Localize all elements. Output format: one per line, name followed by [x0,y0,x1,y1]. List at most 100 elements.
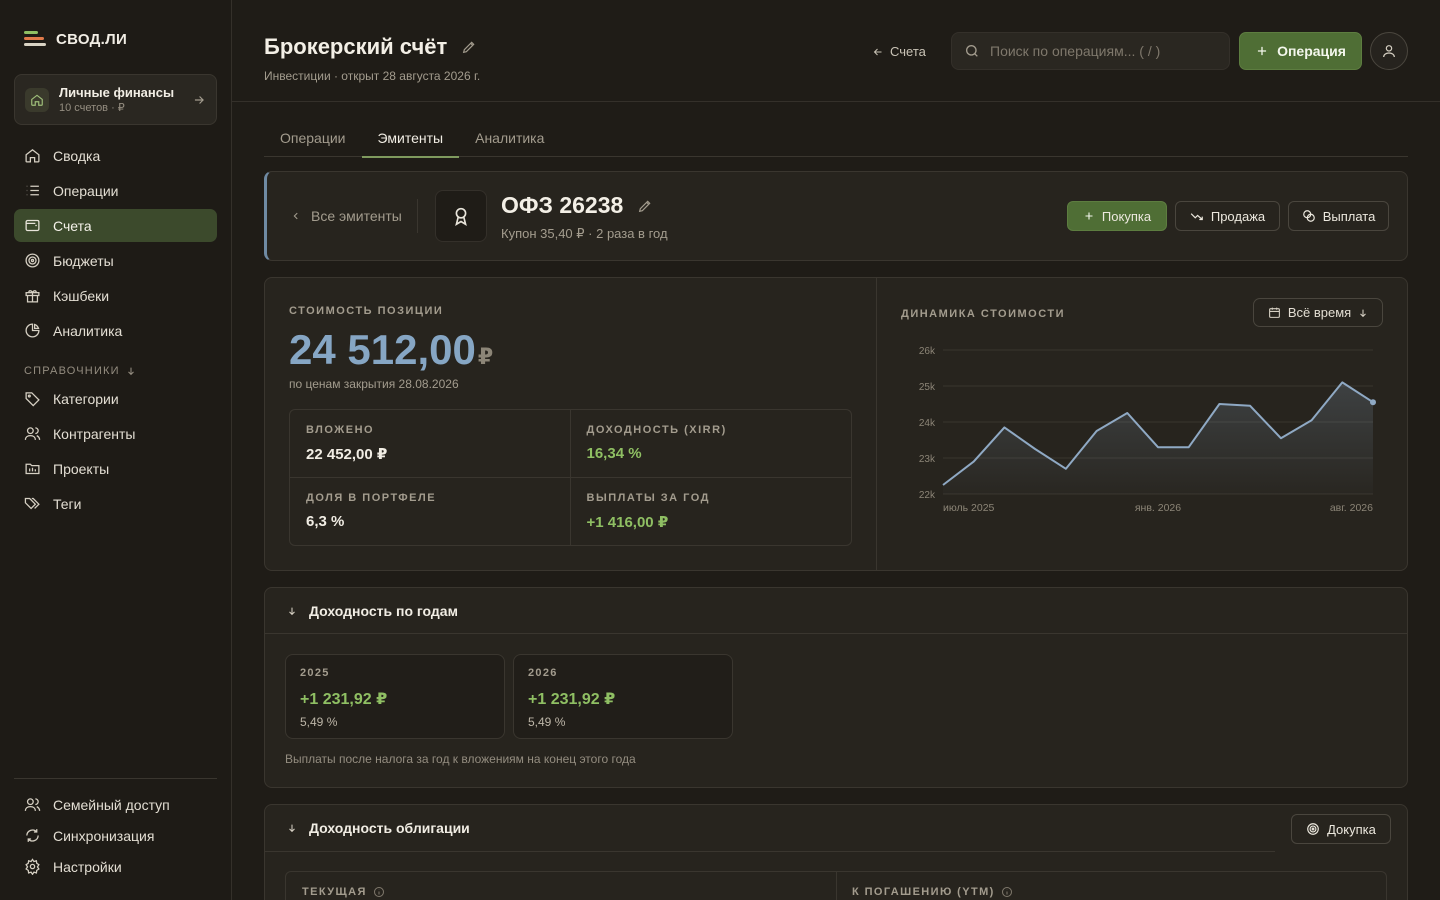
years-footnote: Выплаты после налога за год к вложениям … [285,752,636,766]
page-title: Брокерский счёт [264,34,477,60]
edit-icon[interactable] [461,39,477,55]
y-tick-label: 26k [919,346,936,357]
top-up-button[interactable]: Докупка [1291,814,1391,844]
divider [417,199,418,233]
divider [836,872,837,900]
pie-chart-icon [25,323,40,338]
tab-issuers[interactable]: Эмитенты [361,118,460,158]
bottom-nav: Семейный доступ Синхронизация Настройки [14,790,217,883]
search-input[interactable] [990,43,1217,59]
section-header-references[interactable]: СПРАВОЧНИКИ [14,360,217,382]
info-icon[interactable] [373,886,385,898]
tags-icon [24,497,40,510]
sidebar-item-accounts[interactable]: Счета [14,209,217,242]
trend-down-icon [1190,213,1203,221]
sidebar-item-analytics[interactable]: Аналитика [14,314,217,347]
target-icon [1307,823,1319,835]
position-card: СТОИМОСТЬ ПОЗИЦИИ 24 512,00₽ по ценам за… [264,277,1408,571]
sidebar-item-settings[interactable]: Настройки [14,852,217,881]
x-tick-label: авг. 2026 [1330,502,1373,514]
info-icon[interactable] [1001,886,1013,898]
search-box [951,32,1230,70]
sync-icon [26,829,39,842]
page-header: Брокерский счёт Инвестиции · открыт 28 а… [232,0,1440,102]
sidebar-item-projects[interactable]: Проекты [14,452,217,485]
home-icon [25,149,40,163]
add-operation-button[interactable]: Операция [1239,32,1362,70]
yield-by-years-card: Доходность по годам 2025 +1 231,92 ₽ 5,4… [264,587,1408,788]
sidebar-item-label: Категории [53,390,119,407]
arrow-down-icon [127,367,134,376]
position-label: СТОИМОСТЬ ПОЗИЦИИ [289,305,444,317]
sidebar-item-tags[interactable]: Теги [14,487,217,520]
workspace-subtitle: 10 счетов · ₽ [59,102,125,114]
list-icon [26,185,39,196]
sidebar-item-label: Сводка [53,147,101,164]
x-tick-label: июль 2025 [943,502,995,514]
bond-yield-header[interactable]: Доходность облигации [265,805,1407,851]
workspace-switcher[interactable]: Личные финансы 10 счетов · ₽ [14,74,217,125]
sidebar-item-categories[interactable]: Категории [14,382,217,415]
main-nav: Сводка Операции Счета Бюджеты Кэшбеки Ан… [14,139,217,349]
yield-by-years-header[interactable]: Доходность по годам [265,588,1407,634]
sidebar-item-label: Синхронизация [53,827,155,844]
metric-xirr: ДОХОДНОСТЬ (XIRR) 16,34 % [570,410,851,478]
app-logo[interactable]: СВОД.ЛИ [24,30,127,48]
sidebar-item-cashback[interactable]: Кэшбеки [14,279,217,312]
user-icon [1383,45,1395,58]
y-tick-label: 25k [919,382,936,393]
y-tick-label: 24k [919,418,936,429]
arrow-down-icon [1360,309,1367,317]
sidebar-item-operations[interactable]: Операции [14,174,217,207]
wallet-icon [25,219,40,232]
tab-analytics[interactable]: Аналитика [459,118,560,157]
sidebar-item-counterparties[interactable]: Контрагенты [14,417,217,450]
sidebar-item-sync[interactable]: Синхронизация [14,821,217,850]
sell-button[interactable]: Продажа [1175,201,1280,231]
sidebar-item-summary[interactable]: Сводка [14,139,217,172]
sidebar-item-label: Кэшбеки [53,287,110,304]
user-avatar[interactable] [1370,32,1408,70]
gift-icon [25,290,40,303]
sidebar-item-budgets[interactable]: Бюджеты [14,244,217,277]
arrow-down-icon [289,824,295,833]
position-summary: СТОИМОСТЬ ПОЗИЦИИ 24 512,00₽ по ценам за… [265,278,877,570]
reference-nav: СПРАВОЧНИКИ Категории Контрагенты Проект… [14,356,217,522]
app-name: СВОД.ЛИ [56,30,128,48]
dynamics-label: ДИНАМИКА СТОИМОСТИ [901,308,1066,320]
calendar-icon [1268,307,1280,318]
period-select-button[interactable]: Всё время [1253,298,1383,327]
sidebar-item-label: Контрагенты [53,425,136,442]
edit-icon[interactable] [637,198,653,214]
sidebar-item-family-access[interactable]: Семейный доступ [14,790,217,819]
chevron-left-icon [293,212,298,220]
tab-operations[interactable]: Операции [264,118,362,157]
position-value: 24 512,00₽ [289,326,494,373]
workspace-title: Личные финансы [59,85,175,100]
last-point [1370,399,1376,406]
y-tick-label: 22k [919,490,936,501]
arrow-down-icon [289,607,295,615]
price-date-note: по ценам закрытия 28.08.2026 [289,377,459,391]
sidebar-item-label: Проекты [53,460,110,477]
search-icon [966,45,978,57]
y-tick-label: 23k [919,454,936,465]
coupon-info: Купон 35,40 ₽ · 2 раза в год [501,226,668,241]
payout-button[interactable]: Выплата [1288,201,1389,231]
back-to-issuers-link[interactable]: Все эмитенты [291,208,402,224]
account-tabs: Операции Эмитенты Аналитика [264,118,1408,158]
metric-yearly-payouts: ВЫПЛАТЫ ЗА ГОД +1 416,00 ₽ [586,492,711,531]
bond-yield-grid: ТЕКУЩАЯ К ПОГАШЕНИЮ (YTM) [285,871,1387,900]
area-fill [943,382,1373,494]
sidebar-item-label: Счета [53,217,92,234]
folder-icon [25,463,40,475]
sidebar-item-label: Операции [53,182,119,199]
back-to-accounts-link[interactable]: Счета [872,44,926,59]
buy-button[interactable]: Покупка [1067,201,1167,231]
sidebar-item-label: Теги [53,495,82,512]
plus-icon [1085,212,1093,220]
metrics-grid: ВЛОЖЕНО 22 452,00 ₽ ДОХОДНОСТЬ (XIRR) 16… [289,409,852,546]
gear-icon [25,858,40,875]
issuer-header-card: Все эмитенты ОФЗ 26238 Купон 35,40 ₽ · 2… [264,171,1408,261]
plus-icon [1257,46,1267,56]
